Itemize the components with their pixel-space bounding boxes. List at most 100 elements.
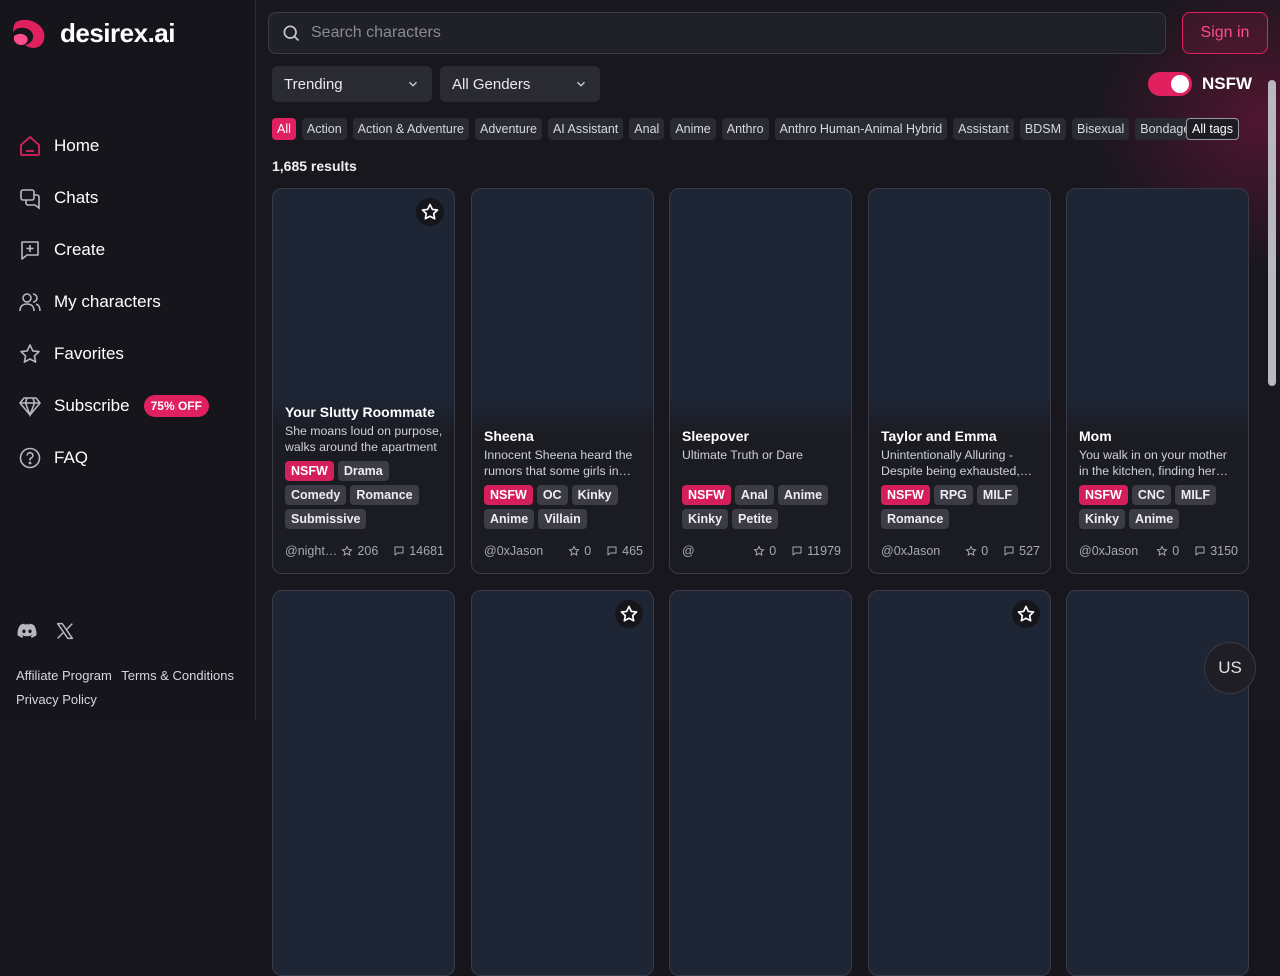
character-card[interactable]: Sleepover Ultimate Truth or Dare NSFW Anal A… [669,188,852,574]
scrollbar[interactable] [1266,66,1278,720]
card-info: Sheena Innocent Sheena heard the rumors t… [484,428,643,573]
card-author[interactable]: @0xJason [1079,544,1138,558]
card-tag: NSFW [1079,485,1128,505]
favorite-button[interactable] [615,600,643,628]
nav-home[interactable]: Home [16,128,240,164]
results-count: 1,685 results [272,158,357,174]
tag-chip[interactable]: Anal [629,118,665,140]
card-author[interactable]: @0xJason [881,544,940,558]
tag-chip[interactable]: Action [301,118,347,140]
card-tag: OC [536,485,568,505]
nsfw-toggle[interactable] [1148,72,1192,96]
star-icon [20,344,40,363]
card-tags: NSFW RPG MILF Romance [881,485,1040,529]
main-nav: Home Chats Create My characters Favorite… [16,128,240,492]
nav-my-characters[interactable]: My characters [16,284,240,320]
tag-chip[interactable]: Action & Adventure [352,118,469,140]
chat-icon [792,546,802,556]
search-input[interactable] [311,24,1131,42]
chat-icon [394,546,404,556]
card-tag: Romance [350,485,419,505]
all-tags-button[interactable]: All tags [1186,118,1239,140]
star-count: 0 [769,544,777,558]
star-count: 206 [357,544,379,558]
nav-faq[interactable]: FAQ [16,440,240,476]
card-tags: NSFW CNC MILF Kinky Anime [1079,485,1238,529]
tag-chip[interactable]: BDSM [1019,118,1066,140]
chevron-down-icon [409,81,417,87]
card-tag: Anal [734,485,774,505]
nav-chats[interactable]: Chats [16,180,240,216]
character-card[interactable] [669,590,852,976]
nav-favorites[interactable]: Favorites [16,336,240,372]
x-icon[interactable] [54,620,76,642]
card-meta: @0xJason 0 527 [881,541,1040,561]
card-author[interactable]: @0xJason [484,544,543,558]
language-button[interactable]: US [1204,642,1256,694]
tag-chip[interactable]: Anime [670,118,716,140]
star-outline-icon [421,203,439,220]
tag-chip[interactable]: Adventure [474,118,542,140]
star-icon [1156,545,1168,557]
character-card[interactable] [272,590,455,976]
card-tag: Anime [484,509,535,529]
scrollbar-thumb[interactable] [1268,80,1276,386]
tag-chip[interactable]: Bisexual [1072,118,1130,140]
nav-faq-label: FAQ [54,448,89,467]
nav-subscribe[interactable]: Subscribe 75% OFF [16,388,240,424]
character-card[interactable]: Taylor and Emma Unintentionally Alluring … [868,188,1051,574]
character-card[interactable]: Sheena Innocent Sheena heard the rumors t… [471,188,654,574]
chevron-down-icon [577,81,585,87]
card-author[interactable]: @nighthawk [285,544,341,558]
card-stats: 0 3150 [1156,544,1238,558]
star-count: 0 [1172,544,1180,558]
affiliate-link[interactable]: Affiliate Program [16,668,112,683]
card-tag: MILF [1174,485,1217,505]
card-info: Your Slutty Roommate She moans loud on pu… [285,404,444,573]
sidebar: desirex.ai Home Chats Create My characte… [0,0,256,720]
card-tag: Kinky [682,509,729,529]
character-card[interactable] [868,590,1051,976]
card-tag: Anime [1129,509,1180,529]
favorite-button[interactable] [1012,600,1040,628]
search-bar[interactable] [268,12,1166,54]
character-card[interactable]: Mom You walk in on your mother in the kit… [1066,188,1249,574]
star-icon [965,545,977,557]
logo[interactable]: desirex.ai [12,16,175,50]
card-tag: RPG [933,485,973,505]
tag-chip[interactable]: Anthro Human-Animal Hybrid [774,118,948,140]
card-info: Mom You walk in on your mother in the kit… [1079,428,1238,573]
tag-chip[interactable]: Anthro [721,118,769,140]
card-title: Taylor and Emma [881,428,997,444]
gender-select[interactable]: All Genders [440,66,600,102]
discount-badge: 75% OFF [143,395,209,417]
card-tag: Petite [732,509,779,529]
sort-select[interactable]: Trending [272,66,432,102]
card-title: Mom [1079,428,1112,444]
main-content: Sign in Trending All Genders NSFW All Ac… [256,0,1280,976]
card-title: Sheena [484,428,534,444]
privacy-link[interactable]: Privacy Policy [16,692,97,707]
card-stats: 0 527 [965,544,1040,558]
card-author[interactable]: @ [682,544,695,558]
tag-chip[interactable]: AI Assistant [547,118,624,140]
star-count: 0 [981,544,989,558]
star-outline-icon [620,605,638,622]
terms-link[interactable]: Terms & Conditions [121,668,234,683]
card-stats: 0 11979 [753,544,841,558]
character-card[interactable] [471,590,654,976]
chat-count: 3150 [1210,544,1238,558]
nav-create[interactable]: Create [16,232,240,268]
discord-icon[interactable] [16,620,38,642]
search-icon [283,25,300,42]
favorite-button[interactable] [416,198,444,226]
sign-in-button[interactable]: Sign in [1182,12,1268,54]
card-meta: @0xJason 0 3150 [1079,541,1238,561]
card-tag: Romance [881,509,950,529]
chat-count: 465 [622,544,643,558]
card-description: You walk in on your mother in the kitche… [1079,448,1227,478]
chat-count: 11979 [807,544,841,558]
tag-chip[interactable]: All [272,118,296,140]
tag-chip[interactable]: Assistant [953,118,1014,140]
character-card[interactable]: Your Slutty Roommate She moans loud on pu… [272,188,455,574]
